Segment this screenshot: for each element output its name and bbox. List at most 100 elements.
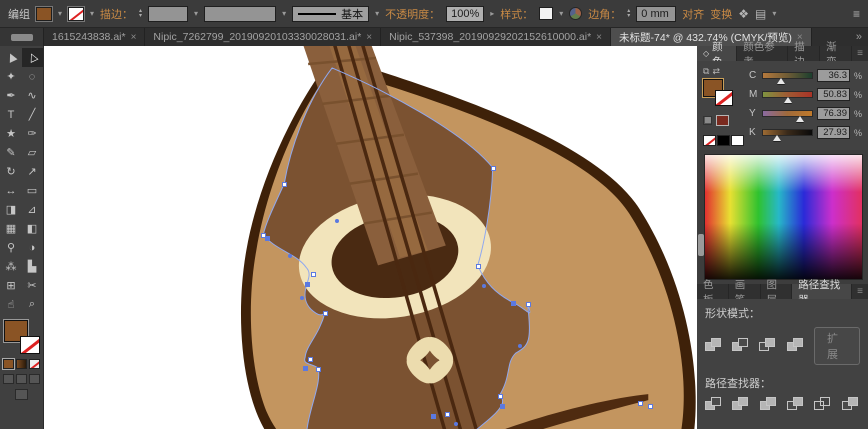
style-dropdown-icon[interactable]: ▾ bbox=[559, 9, 563, 18]
none-swatch[interactable] bbox=[703, 135, 716, 146]
none-mode-button[interactable] bbox=[29, 359, 40, 369]
eyedropper-tool[interactable]: ⚲ bbox=[1, 238, 22, 257]
pencil-tool[interactable]: ✎ bbox=[1, 143, 22, 162]
document-tab[interactable]: Nipic_7262799_20190920103330028031.ai*× bbox=[145, 28, 381, 46]
panel-tab[interactable]: 路径查找器 bbox=[792, 284, 852, 299]
color-mode-button[interactable] bbox=[3, 359, 14, 369]
transform-label[interactable]: 变换 bbox=[710, 6, 732, 22]
panel-fill-stroke-proxy[interactable] bbox=[703, 79, 737, 109]
fill-stroke-proxy[interactable] bbox=[4, 320, 40, 354]
anchor-point[interactable] bbox=[445, 412, 450, 417]
document-tab[interactable]: Nipic_537398_20190929202152610000.ai*× bbox=[381, 28, 611, 46]
hand-tool[interactable]: ☝ bbox=[1, 295, 22, 314]
draw-normal-button[interactable] bbox=[3, 374, 14, 384]
channel-value-field[interactable]: 50.83 bbox=[817, 88, 850, 101]
shape-tool[interactable]: ★ bbox=[1, 124, 22, 143]
symbol-sprayer-tool[interactable]: ⁂ bbox=[1, 257, 22, 276]
align-label[interactable]: 对齐 bbox=[682, 6, 704, 22]
anchor-point[interactable] bbox=[511, 301, 516, 306]
select-similar-dropdown-icon[interactable]: ▾ bbox=[772, 9, 776, 18]
anchor-point[interactable] bbox=[282, 182, 287, 187]
dock-collapse-grip[interactable] bbox=[698, 234, 704, 256]
scale-tool[interactable]: ↗ bbox=[22, 162, 43, 181]
stroke-dropdown-icon[interactable]: ▾ bbox=[90, 9, 94, 18]
style-label[interactable]: 样式： bbox=[500, 6, 533, 22]
fill-color-swatch[interactable] bbox=[36, 7, 52, 21]
direction-handle[interactable] bbox=[482, 284, 486, 288]
anchor-point[interactable] bbox=[638, 401, 643, 406]
style-swatch[interactable] bbox=[539, 7, 553, 20]
width-tool[interactable]: ↔ bbox=[1, 181, 22, 200]
slice-tool[interactable]: ✂ bbox=[22, 276, 43, 295]
anchor-point[interactable] bbox=[316, 367, 321, 372]
outline-button[interactable] bbox=[814, 397, 832, 413]
mesh-tool[interactable]: ▦ bbox=[1, 219, 22, 238]
document-tab[interactable]: 1615243838.ai*× bbox=[44, 28, 145, 46]
tools-panel-header[interactable] bbox=[0, 28, 44, 46]
recolor-artwork-icon[interactable] bbox=[569, 7, 582, 20]
slider-thumb[interactable] bbox=[777, 78, 785, 84]
stroke-weight-dropdown-icon[interactable]: ▾ bbox=[194, 9, 198, 18]
control-panel-menu-icon[interactable]: ≡ bbox=[853, 7, 860, 21]
anchor-point[interactable] bbox=[498, 394, 503, 399]
channel-value-field[interactable]: 76.39 bbox=[817, 107, 850, 120]
direction-handle[interactable] bbox=[288, 254, 292, 258]
stroke-weight-label[interactable]: 描边： bbox=[100, 6, 133, 22]
anchor-point[interactable] bbox=[308, 357, 313, 362]
line-segment-tool[interactable]: ╱ bbox=[22, 105, 43, 124]
brush-definition-select[interactable]: 基本 bbox=[292, 6, 369, 22]
trim-button[interactable] bbox=[732, 397, 750, 413]
corner-stepper[interactable]: ▴▾ bbox=[627, 9, 630, 19]
anchor-point[interactable] bbox=[265, 236, 270, 241]
perspective-grid-tool[interactable]: ⊿ bbox=[22, 200, 43, 219]
direction-handle[interactable] bbox=[454, 422, 458, 426]
color-spectrum[interactable] bbox=[704, 154, 863, 280]
anchor-point[interactable] bbox=[491, 166, 496, 171]
direction-handle[interactable] bbox=[518, 344, 522, 348]
artboard-tool[interactable]: ⊞ bbox=[1, 276, 22, 295]
stroke-weight-field[interactable] bbox=[148, 6, 188, 22]
anchor-point[interactable] bbox=[311, 272, 316, 277]
intersect-button[interactable] bbox=[759, 338, 777, 354]
channel-slider[interactable] bbox=[762, 110, 813, 117]
rotate-tool[interactable]: ↻ bbox=[1, 162, 22, 181]
direct-selection-tool[interactable]: ▷ bbox=[22, 48, 43, 67]
gradient-mode-button[interactable] bbox=[16, 359, 27, 369]
draw-behind-button[interactable] bbox=[16, 374, 27, 384]
lasso-tool[interactable]: ◌ bbox=[22, 67, 43, 86]
minus-front-button[interactable] bbox=[732, 338, 750, 354]
anchor-point[interactable] bbox=[305, 282, 310, 287]
channel-slider[interactable] bbox=[762, 72, 813, 79]
opacity-label[interactable]: 不透明度： bbox=[385, 6, 440, 22]
selection-tool[interactable]: ▶ bbox=[1, 48, 22, 67]
in-gamut-color-swatch[interactable] bbox=[716, 115, 729, 126]
white-swatch[interactable] bbox=[731, 135, 744, 146]
artboard-canvas[interactable] bbox=[44, 46, 697, 429]
panel-tab[interactable]: 色板 bbox=[697, 284, 729, 299]
anchor-point[interactable] bbox=[500, 404, 505, 409]
type-tool[interactable]: T bbox=[1, 105, 22, 124]
panel-menu-icon[interactable]: ≡ bbox=[852, 284, 868, 299]
gradient-tool[interactable]: ◧ bbox=[22, 219, 43, 238]
screen-mode-button[interactable] bbox=[15, 389, 28, 400]
corner-field[interactable]: 0 mm bbox=[636, 6, 676, 22]
tab-overflow-icon[interactable]: » bbox=[850, 28, 868, 46]
slider-thumb[interactable] bbox=[796, 116, 804, 122]
channel-slider[interactable] bbox=[762, 91, 813, 98]
expand-button[interactable]: 扩展 bbox=[814, 327, 860, 365]
pen-tool[interactable]: ✒ bbox=[1, 86, 22, 105]
stroke-weight-stepper[interactable]: ▴▾ bbox=[139, 9, 142, 19]
column-graph-tool[interactable]: ▙ bbox=[22, 257, 43, 276]
anchor-point[interactable] bbox=[476, 264, 481, 269]
divide-button[interactable] bbox=[705, 397, 723, 413]
draw-inside-button[interactable] bbox=[29, 374, 40, 384]
panel-tab[interactable]: 颜色参考 bbox=[737, 46, 788, 61]
swap-fill-stroke-icon[interactable]: ⇄ bbox=[712, 66, 723, 76]
corner-label[interactable]: 边角： bbox=[588, 6, 621, 22]
variable-width-profile-select[interactable] bbox=[204, 6, 276, 22]
panel-tab[interactable]: ◇颜色 bbox=[697, 46, 737, 61]
isolate-selected-object-icon[interactable]: ❖ bbox=[738, 7, 749, 21]
panel-menu-icon[interactable]: ≡ bbox=[852, 46, 868, 61]
close-tab-icon[interactable]: × bbox=[596, 32, 602, 43]
out-of-gamut-warning-icon[interactable] bbox=[703, 116, 712, 125]
